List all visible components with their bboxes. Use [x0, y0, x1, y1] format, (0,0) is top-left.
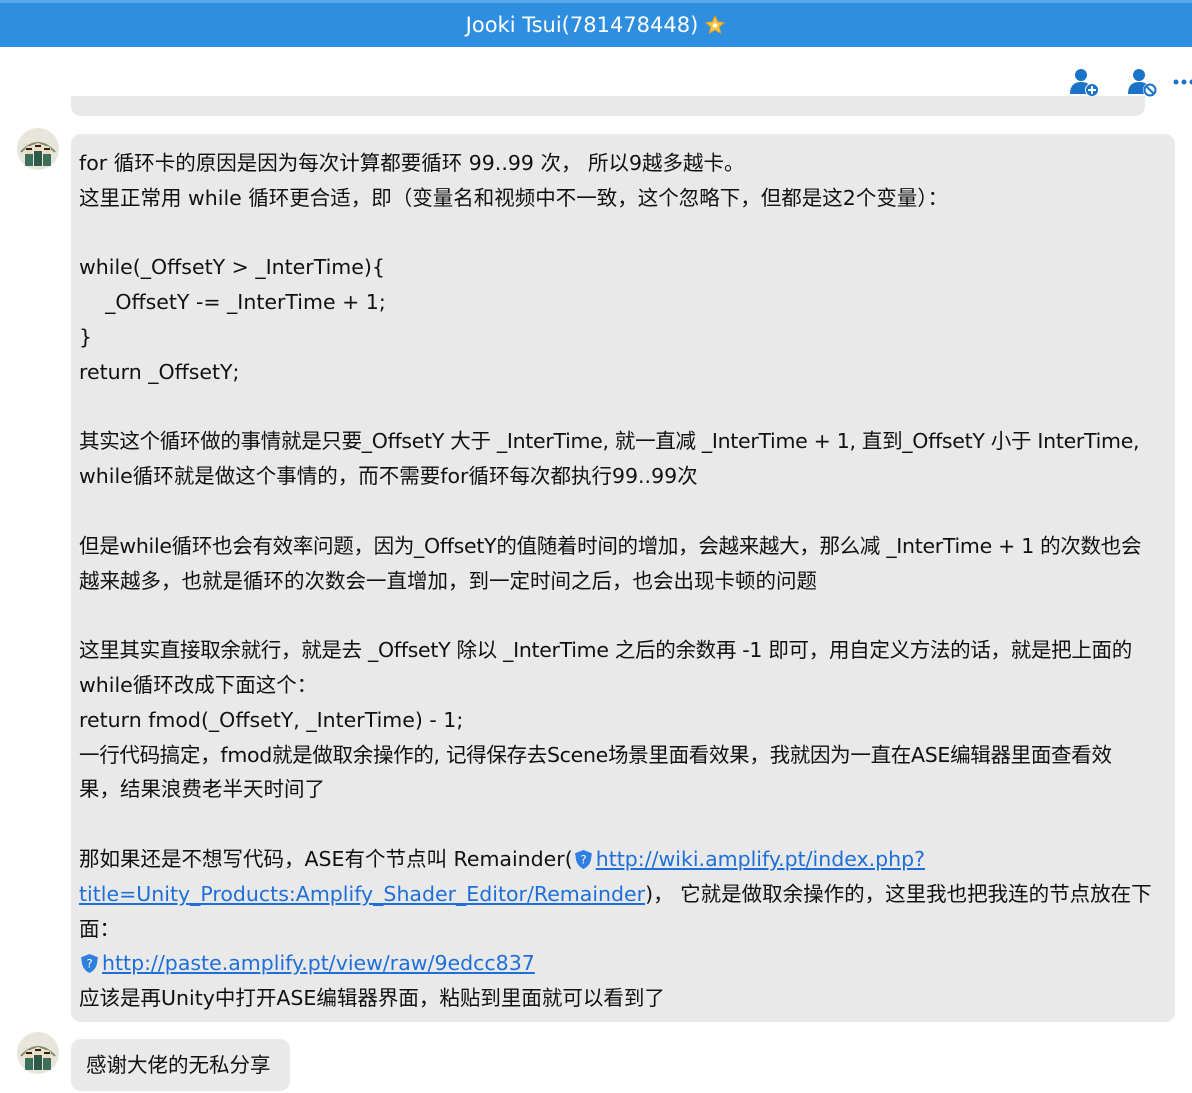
- svg-text:?: ?: [86, 957, 92, 971]
- message-bubble[interactable]: 感谢大佬的无私分享: [71, 1039, 290, 1091]
- code-line: return _OffsetY;: [79, 359, 240, 384]
- message-bubble[interactable]: for 循环卡的原因是因为每次计算都要循环 99..99 次， 所以9越多越卡。…: [71, 134, 1175, 1022]
- message-text: 那如果还是不想写代码，ASE有个节点叫 Remainder(: [79, 846, 573, 871]
- wiki-link-continued[interactable]: title=Unity_Products:Amplify_Shader_Edit…: [79, 882, 645, 906]
- message-line: 这里其实直接取余就行，就是去 _OffsetY 除以 _InterTime 之后…: [79, 638, 1132, 663]
- message-line: 果，结果浪费老半天时间了: [79, 777, 325, 802]
- message-line: 应该是再Unity中打开ASE编辑器界面，粘贴到里面就可以看到了: [79, 986, 665, 1011]
- svg-text:?: ?: [580, 853, 586, 867]
- code-line: return fmod(_OffsetY, _InterTime) - 1;: [79, 707, 464, 732]
- add-friend-icon[interactable]: [1064, 64, 1104, 100]
- link-safety-shield-icon: ?: [81, 954, 98, 974]
- message-line: 面：: [79, 916, 120, 941]
- message-line: 其实这个循环做的事情就是只要_OffsetY 大于 _InterTime, 就一…: [79, 429, 1140, 454]
- window-title: Jooki Tsui(781478448): [465, 13, 699, 37]
- previous-message-bubble: [71, 96, 1145, 116]
- star-badge-icon: [705, 14, 726, 35]
- link-safety-shield-icon: ?: [574, 849, 592, 869]
- message-line: while循环就是做这个事情的，而不需要for循环每次都执行99..99次: [79, 464, 698, 489]
- message-line: title=Unity_Products:Amplify_Shader_Edit…: [79, 877, 1167, 912]
- message-line: 一行代码搞定，fmod就是做取余操作的, 记得保存去Scene场景里面看效果，我…: [79, 742, 1112, 767]
- message-line: 那如果还是不想写代码，ASE有个节点叫 Remainder(? http://wi…: [79, 842, 1167, 877]
- wiki-link[interactable]: http://wiki.amplify.pt/index.php?: [596, 847, 925, 871]
- message-line: while循环改成下面这个：: [79, 672, 318, 697]
- message-line: for 循环卡的原因是因为每次计算都要循环 99..99 次， 所以9越多越卡。: [79, 151, 745, 175]
- message-line: 但是while循环也会有效率问题，因为_OffsetY的值随着时间的增加，会越来…: [79, 533, 1142, 558]
- code-line: while(_OffsetY > _InterTime){: [79, 255, 385, 280]
- message-line: 这里正常用 while 循环更合适，即（变量名和视频中不一致，这个忽略下，但都是…: [79, 185, 949, 210]
- block-user-icon[interactable]: [1122, 64, 1162, 100]
- code-line: _OffsetY -= _InterTime + 1;: [79, 290, 386, 315]
- chat-toolbar: [1046, 64, 1192, 100]
- avatar[interactable]: [17, 128, 59, 170]
- message-line: ? http://paste.amplify.pt/view/raw/9edcc8…: [79, 946, 1167, 981]
- message-text: )， 它就是做取余操作的，这里我也把我连的节点放在下: [645, 881, 1152, 906]
- code-line: }: [79, 324, 93, 349]
- more-icon[interactable]: [1172, 64, 1192, 100]
- paste-link[interactable]: http://paste.amplify.pt/view/raw/9edcc83…: [102, 951, 535, 975]
- title-bar: Jooki Tsui(781478448): [0, 0, 1192, 47]
- avatar[interactable]: [17, 1032, 59, 1074]
- message-line: 越来越多，也就是循环的次数会一直增加，到一定时间之后，也会出现卡顿的问题: [79, 568, 817, 593]
- message-text: 感谢大佬的无私分享: [86, 1053, 271, 1077]
